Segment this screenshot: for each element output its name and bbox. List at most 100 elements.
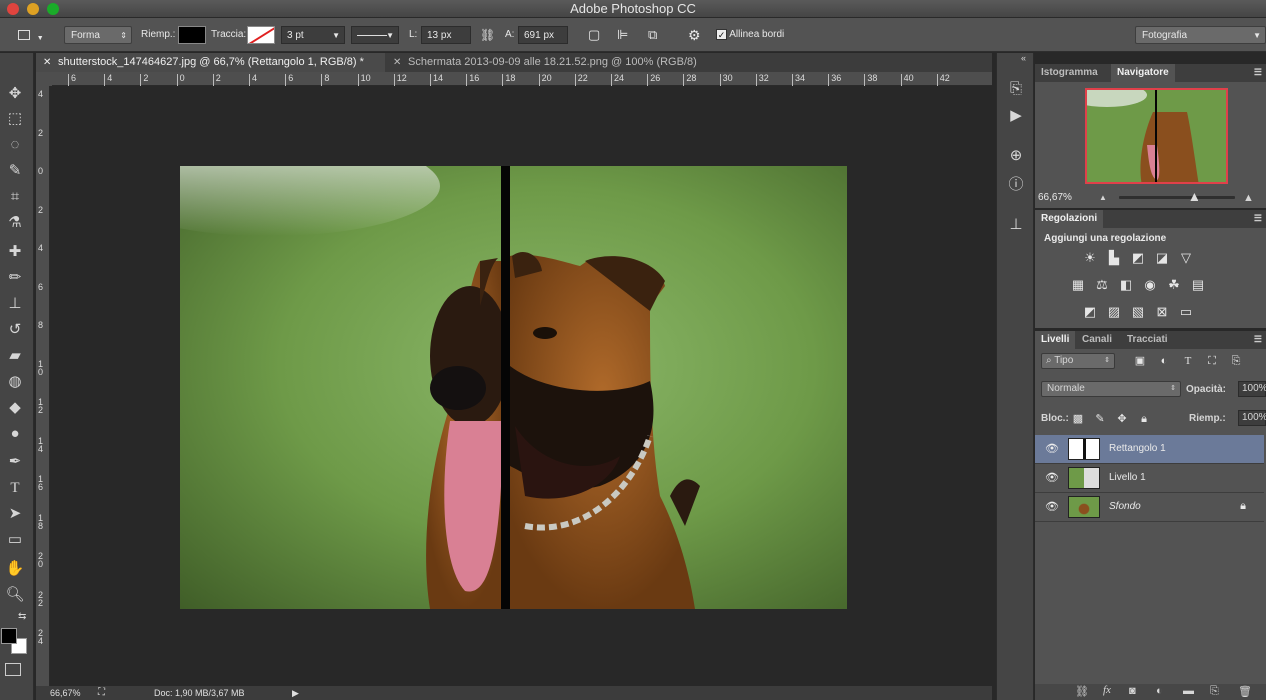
- tool-presets-panel-icon[interactable]: ⊥: [1005, 214, 1027, 236]
- filter-smart-object-icon[interactable]: ⎘: [1227, 353, 1245, 369]
- navigator-zoom-slider[interactable]: [1119, 193, 1235, 201]
- new-adjustment-icon[interactable]: ◐: [1156, 685, 1163, 697]
- pen-tool-icon[interactable]: ✒: [4, 451, 26, 473]
- invert-icon[interactable]: ◩: [1081, 304, 1099, 320]
- canvas-workspace[interactable]: [50, 86, 992, 686]
- layer-name[interactable]: Rettangolo 1: [1109, 443, 1166, 454]
- close-tab-icon[interactable]: ✕: [43, 53, 51, 72]
- zoom-tool-icon[interactable]: 🔍︎: [4, 584, 26, 606]
- height-field[interactable]: 691 px: [518, 26, 568, 44]
- navigator-zoom-value[interactable]: 66,67%: [1038, 192, 1072, 203]
- lock-image-pixels-icon[interactable]: ✎: [1091, 411, 1109, 427]
- brightness-contrast-icon[interactable]: ☀: [1081, 250, 1099, 266]
- align-edges-checkbox[interactable]: ✓ Allinea bordi: [716, 26, 784, 44]
- width-field[interactable]: 13 px: [421, 26, 471, 44]
- add-mask-icon[interactable]: ◙: [1129, 685, 1136, 697]
- fill-swatch[interactable]: [178, 26, 206, 44]
- black-white-icon[interactable]: ◧: [1117, 277, 1135, 293]
- visibility-eye-icon[interactable]: 👁︎: [1045, 500, 1059, 513]
- blur-tool-icon[interactable]: ◆: [4, 397, 26, 419]
- hand-tool-icon[interactable]: ✋: [4, 558, 26, 580]
- vertical-ruler[interactable]: 4 2 0 2 4 6 8 1 0 1 2 1 4 1 6 1 8 2 0 2 2 2 4: [36, 86, 50, 686]
- layer-row-rettangolo[interactable]: 👁︎ Rettangolo 1: [1035, 435, 1264, 464]
- tab-channels[interactable]: Canali: [1076, 331, 1118, 349]
- lasso-tool-icon[interactable]: ◌: [4, 134, 26, 156]
- stroke-width-field[interactable]: 3 pt ▼: [281, 26, 345, 44]
- blend-mode-dropdown[interactable]: Normale ⇕: [1041, 381, 1181, 397]
- layer-name[interactable]: Sfondo: [1109, 501, 1141, 512]
- exposure-icon[interactable]: ◪: [1153, 250, 1171, 266]
- actions-panel-icon[interactable]: ▶: [1005, 105, 1027, 127]
- lock-all-icon[interactable]: 🔒︎: [1135, 411, 1153, 427]
- selective-color-icon[interactable]: ⊠: [1153, 304, 1171, 320]
- collapse-dock-icon[interactable]: «: [1021, 53, 1026, 63]
- quick-selection-tool-icon[interactable]: ✎: [4, 160, 26, 182]
- status-menu-arrow-icon[interactable]: ▶: [292, 686, 299, 700]
- levels-icon[interactable]: ▙: [1105, 250, 1123, 266]
- swap-colors-icon[interactable]: ⇆: [18, 611, 26, 622]
- link-icon[interactable]: ⛓: [480, 26, 495, 44]
- zoom-slider-thumb[interactable]: [1190, 193, 1199, 201]
- fill-field[interactable]: 100%: [1238, 410, 1266, 426]
- vibrance-icon[interactable]: ▽: [1177, 250, 1195, 266]
- healing-brush-tool-icon[interactable]: ✚: [4, 241, 26, 263]
- gradient-map-icon[interactable]: ▭: [1177, 304, 1195, 320]
- hue-saturation-icon[interactable]: ▦: [1069, 277, 1087, 293]
- link-layers-icon[interactable]: ⛓: [1075, 685, 1089, 698]
- color-balance-icon[interactable]: ⚖: [1093, 277, 1111, 293]
- threshold-icon[interactable]: ▧: [1129, 304, 1147, 320]
- close-tab-icon[interactable]: ✕: [393, 53, 401, 72]
- history-brush-tool-icon[interactable]: ↺: [4, 319, 26, 341]
- path-alignment-icon[interactable]: ⊫: [617, 26, 628, 44]
- curves-icon[interactable]: ◩: [1129, 250, 1147, 266]
- layer-name[interactable]: Livello 1: [1109, 472, 1146, 483]
- zoom-level[interactable]: 66,67%: [50, 686, 81, 700]
- filter-pixel-icon[interactable]: ▣: [1131, 353, 1149, 369]
- opacity-field[interactable]: 100%: [1238, 381, 1266, 397]
- paint-bucket-tool-icon[interactable]: ◍: [4, 371, 26, 393]
- new-group-icon[interactable]: ▬: [1183, 685, 1194, 697]
- posterize-icon[interactable]: ▨: [1105, 304, 1123, 320]
- filter-shape-icon[interactable]: ⛶: [1203, 353, 1221, 369]
- tab-layers[interactable]: Livelli: [1035, 331, 1076, 349]
- tab-navigator[interactable]: Navigatore: [1111, 64, 1175, 82]
- lock-position-icon[interactable]: ✥: [1113, 411, 1131, 427]
- shape-mode-dropdown[interactable]: Forma ⇕: [64, 26, 132, 44]
- photo-filter-icon[interactable]: ◉: [1141, 277, 1159, 293]
- panel-menu-icon[interactable]: ☰: [1254, 67, 1262, 78]
- clone-stamp-tool-icon[interactable]: ⊥: [4, 293, 26, 315]
- marquee-tool-icon[interactable]: ⬚: [4, 108, 26, 130]
- eraser-tool-icon[interactable]: ▰: [4, 345, 26, 367]
- filter-type-icon[interactable]: T: [1179, 353, 1197, 369]
- tab-document-2[interactable]: ✕ Schermata 2013-09-09 alle 18.21.52.png…: [386, 53, 706, 72]
- visibility-eye-icon[interactable]: 👁︎: [1045, 442, 1059, 455]
- rectangle-tool-icon[interactable]: ▭: [4, 529, 26, 551]
- panel-menu-icon[interactable]: ☰: [1254, 334, 1262, 345]
- layer-row-livello-1[interactable]: 👁︎ Livello 1: [1035, 464, 1264, 493]
- color-lookup-icon[interactable]: ▤: [1189, 277, 1207, 293]
- new-layer-icon[interactable]: ⎘: [1210, 685, 1219, 698]
- visibility-eye-icon[interactable]: 👁︎: [1045, 471, 1059, 484]
- path-selection-tool-icon[interactable]: ➤: [4, 503, 26, 525]
- tab-document-1[interactable]: ✕ shutterstock_147464627.jpg @ 66,7% (Re…: [36, 53, 385, 72]
- type-tool-icon[interactable]: T: [4, 477, 26, 499]
- lock-transparent-pixels-icon[interactable]: ▩: [1069, 411, 1087, 427]
- foreground-color-swatch[interactable]: [1, 628, 17, 644]
- info-panel-icon[interactable]: ⓘ: [1005, 174, 1027, 196]
- path-arrangement-icon[interactable]: ⧉: [648, 26, 657, 44]
- brush-tool-icon[interactable]: ✏: [4, 267, 26, 289]
- zoom-out-icon[interactable]: ▲: [1099, 193, 1107, 202]
- layer-row-sfondo[interactable]: 👁︎ Sfondo 🔒︎: [1035, 493, 1264, 522]
- tab-histogram[interactable]: Istogramma: [1035, 64, 1104, 82]
- path-operations-icon[interactable]: ▢: [588, 26, 600, 44]
- filter-adjustment-icon[interactable]: ◐: [1155, 353, 1173, 369]
- panel-menu-icon[interactable]: ☰: [1254, 213, 1262, 224]
- zoom-in-icon[interactable]: ▲: [1243, 192, 1254, 204]
- tool-preset-picker[interactable]: ▼: [18, 26, 50, 44]
- move-tool-icon[interactable]: ✥: [4, 83, 26, 105]
- layer-style-fx-icon[interactable]: fx: [1103, 684, 1111, 696]
- horizontal-ruler[interactable]: 6 4 2 0 2 4 6 8 10 12 14 16 18 20 22 24 26 28 30 32 34 36 38 40…: [52, 72, 992, 86]
- ruler-origin[interactable]: [36, 72, 52, 86]
- eyedropper-tool-icon[interactable]: ⚗: [4, 212, 26, 234]
- gear-icon[interactable]: ⚙: [688, 26, 701, 44]
